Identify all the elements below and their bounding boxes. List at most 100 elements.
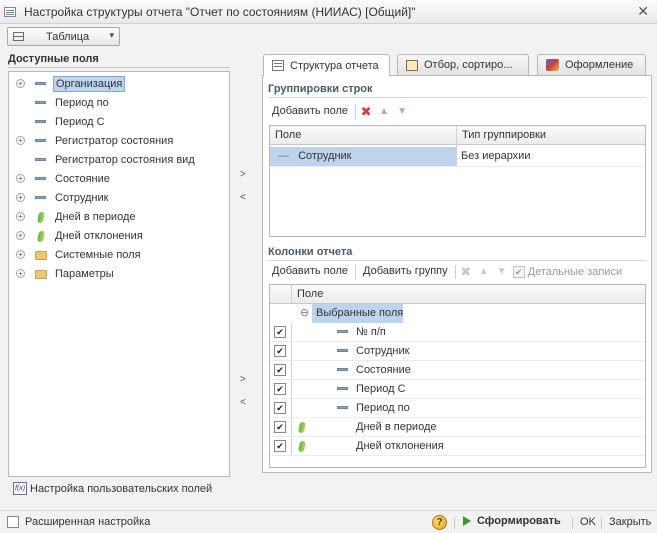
tab-filter-sort[interactable]: Отбор, сортиро... [397, 54, 529, 75]
field-icon [35, 158, 46, 161]
expand-icon[interactable]: + [16, 212, 25, 221]
column-checkbox[interactable]: ✔ [274, 364, 286, 376]
tab-report-structure[interactable]: Структура отчета [263, 54, 390, 76]
column-divider [291, 342, 292, 361]
row-groupings-toolbar: Добавить поле ✖ ▲ ▼ [268, 102, 409, 121]
field-tree-item[interactable]: Период С [9, 113, 229, 132]
table-row[interactable]: ✔ № п/п [270, 323, 645, 342]
divider [268, 260, 646, 261]
table-row[interactable]: ✔ Дней в периоде [270, 418, 645, 437]
add-grouping-field-button[interactable]: Добавить поле [268, 103, 352, 120]
column-checkbox[interactable]: ✔ [274, 345, 286, 357]
add-column-field-button[interactable]: Добавить поле [268, 263, 352, 280]
add-column-button[interactable]: > [240, 374, 246, 385]
palette-icon [546, 59, 559, 71]
expand-icon[interactable]: + [16, 231, 25, 240]
folder-icon [35, 270, 47, 279]
chevron-down-icon: ▾ [109, 30, 114, 40]
table-row[interactable]: — Сотрудник Без иерархии [270, 147, 645, 166]
expand-icon[interactable]: + [16, 174, 25, 183]
column-divider [291, 380, 292, 399]
expand-icon[interactable]: + [16, 269, 25, 278]
view-mode-label: Таблица [46, 30, 90, 43]
column-field-label: Дней в периоде [356, 421, 437, 433]
remove-field-button[interactable]: < [240, 192, 246, 203]
field-tree-item[interactable]: + Состояние [9, 170, 229, 189]
field-icon [337, 330, 348, 333]
detail-records-checkbox[interactable]: ✔ Детальные записи [512, 265, 623, 278]
table-row[interactable]: ✔ Дней отклонения [270, 437, 645, 456]
table-row[interactable]: ✔ Период С [270, 380, 645, 399]
close-button[interactable]: Закрыть [609, 516, 651, 528]
field-tree-item[interactable]: + Сотрудник [9, 189, 229, 208]
detail-records-label: Детальные записи [527, 265, 623, 278]
add-group-button[interactable]: Добавить группу [359, 263, 452, 280]
table-row[interactable]: ✔ Период по [270, 399, 645, 418]
field-tree-item[interactable]: Регистратор состояния вид [9, 151, 229, 170]
column-header-grouping-type[interactable]: Тип группировки [457, 126, 546, 145]
row-divider [270, 455, 645, 456]
field-tree-label: Регистратор состояния вид [55, 154, 195, 166]
table-row[interactable]: ✔ Сотрудник [270, 342, 645, 361]
divider [268, 97, 646, 98]
column-field-label: Сотрудник [356, 345, 410, 357]
move-up-icon[interactable]: ▲ [377, 106, 391, 117]
column-field-label: Период по [356, 402, 410, 414]
table-row[interactable]: ✔ Состояние [270, 361, 645, 380]
add-field-button[interactable]: > [240, 169, 246, 180]
report-columns-toolbar: Добавить поле Добавить группу ✖ ▲ ▼ ✔ Де… [268, 262, 622, 281]
column-checkbox[interactable]: ✔ [274, 440, 286, 452]
column-checkbox[interactable]: ✔ [274, 402, 286, 414]
report-columns-table[interactable]: Поле ⊖ Выбранные поля ✔ № п/п ✔ Сотрудник ✔ С… [269, 284, 646, 468]
help-icon[interactable]: ? [432, 515, 447, 530]
tab-appearance[interactable]: Оформление [537, 54, 646, 75]
expand-icon[interactable]: + [16, 193, 25, 202]
ok-button[interactable]: OK [580, 516, 596, 528]
toolbar-separator [454, 264, 456, 279]
column-header-field[interactable]: Поле [270, 126, 301, 145]
expand-icon[interactable]: + [16, 79, 25, 88]
field-tree-item[interactable]: Период по [9, 94, 229, 113]
collapse-icon[interactable]: ⊖ [296, 304, 312, 323]
grouping-type-cell[interactable]: Без иерархии [457, 147, 645, 166]
move-down-icon[interactable]: ▼ [495, 266, 509, 277]
delete-icon[interactable]: ✖ [459, 264, 473, 280]
structure-icon [272, 60, 284, 71]
group-row[interactable]: ⊖ Выбранные поля [270, 304, 645, 323]
field-tree-item[interactable]: + Дней отклонения [9, 227, 229, 246]
column-header-field[interactable]: Поле [292, 285, 323, 304]
field-tree-item[interactable]: + Регистратор состояния [9, 132, 229, 151]
field-tree-item[interactable]: + Системные поля [9, 246, 229, 265]
row-groupings-table[interactable]: Поле Тип группировки — Сотрудник Без иер… [269, 125, 646, 237]
column-field-label: № п/п [356, 326, 386, 338]
field-icon [35, 196, 46, 199]
field-marker: — [278, 150, 289, 162]
column-checkbox[interactable]: ✔ [274, 326, 286, 338]
field-tree-item[interactable]: + Дней в периоде [9, 208, 229, 227]
numeric-field-icon [298, 441, 306, 452]
checkbox-box [7, 516, 19, 528]
available-fields-tree[interactable]: + Организация Период по Период С + Регистрато… [8, 71, 230, 477]
move-up-icon[interactable]: ▲ [477, 266, 491, 277]
advanced-settings-checkbox[interactable]: Расширенная настройка [7, 516, 150, 528]
column-divider [456, 145, 457, 166]
column-checkbox[interactable]: ✔ [274, 421, 286, 433]
view-mode-dropdown[interactable]: Таблица ▾ [7, 27, 120, 46]
field-tree-item[interactable]: + Параметры [9, 265, 229, 284]
grouping-field-cell[interactable]: — Сотрудник [270, 147, 456, 166]
delete-icon[interactable]: ✖ [359, 104, 373, 120]
selected-fields-group[interactable]: Выбранные поля [312, 304, 404, 323]
field-tree-label: Сотрудник [55, 192, 109, 204]
move-down-icon[interactable]: ▼ [395, 106, 409, 117]
field-tree-label: Регистратор состояния [55, 135, 174, 147]
field-tree-item[interactable]: + Организация [9, 75, 229, 94]
expand-icon[interactable]: + [16, 250, 25, 259]
expand-icon[interactable]: + [16, 136, 25, 145]
close-icon[interactable]: ✕ [637, 3, 649, 20]
generate-report-button[interactable]: Сформировать [463, 515, 561, 527]
advanced-settings-label: Расширенная настройка [25, 516, 151, 528]
column-checkbox[interactable]: ✔ [274, 383, 286, 395]
field-icon [337, 368, 348, 371]
custom-fields-link[interactable]: f(x) Настройка пользовательских полей [13, 482, 212, 495]
remove-column-button[interactable]: < [240, 397, 246, 408]
